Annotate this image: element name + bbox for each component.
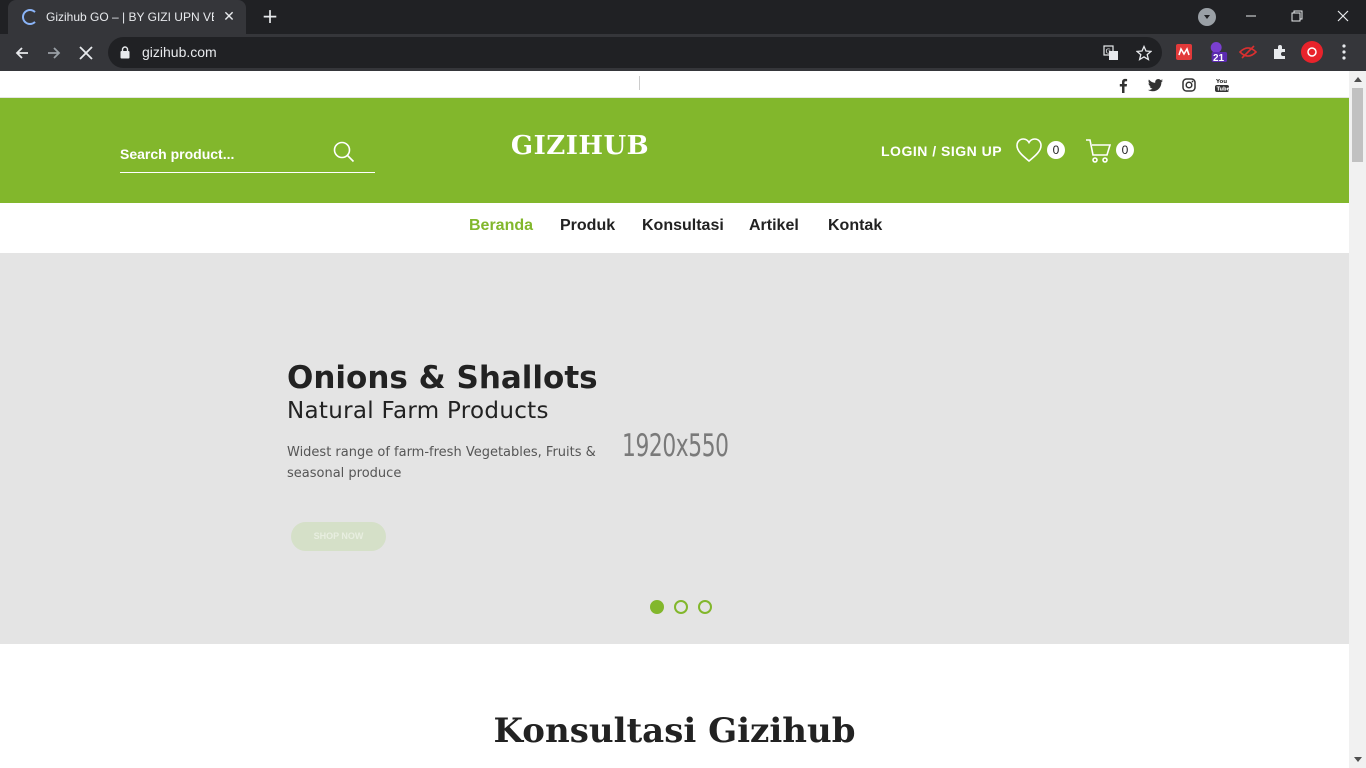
slider-dot-1[interactable] (650, 600, 664, 614)
hero-subtitle: Natural Farm Products (287, 398, 549, 424)
stop-icon (79, 46, 93, 60)
search-input[interactable] (120, 141, 320, 167)
hero-slider: Onions & Shallots Natural Farm Products … (0, 253, 1349, 644)
tab-search-button[interactable] (1198, 8, 1216, 26)
browser-toolbar: gizihub.com G 21 (0, 34, 1366, 71)
close-window-button[interactable] (1320, 0, 1366, 32)
extension-badge: 21 (1213, 53, 1225, 64)
nav-item-kontak[interactable]: Kontak (828, 217, 882, 235)
extensions-menu-button[interactable] (1270, 42, 1290, 62)
section-title: Konsultasi Gizihub (493, 711, 856, 751)
restore-button[interactable] (1274, 0, 1320, 32)
hero-title: Onions & Shallots (287, 360, 598, 396)
arrow-right-icon (48, 47, 61, 59)
nav-item-konsultasi[interactable]: Konsultasi (642, 217, 724, 235)
cart-icon (1086, 139, 1112, 163)
twitter-link[interactable] (1146, 76, 1164, 94)
youtube-link[interactable]: You Tube (1213, 76, 1231, 94)
loading-favicon-icon (22, 9, 38, 25)
wishlist-count-badge: 0 (1047, 141, 1065, 159)
top-bar: You Tube (0, 71, 1349, 98)
browser-tab-bar: Gizihub GO – | BY GIZI UPN VETERAN ✕ + (0, 0, 1366, 34)
close-tab-icon[interactable]: ✕ (220, 9, 238, 25)
shop-now-button[interactable]: SHOP NOW (291, 522, 386, 551)
kebab-menu-icon (1342, 44, 1346, 60)
back-button[interactable] (9, 40, 35, 66)
avatar-icon (1301, 41, 1323, 63)
bookmark-star-button[interactable] (1134, 43, 1154, 63)
scrollbar-thumb[interactable] (1352, 88, 1363, 162)
browser-menu-button[interactable] (1334, 42, 1354, 62)
search-button[interactable] (333, 141, 357, 165)
nav-item-artikel[interactable]: Artikel (749, 217, 799, 235)
nav-item-beranda[interactable]: Beranda (469, 217, 533, 235)
puzzle-icon (1274, 45, 1285, 59)
minimize-icon (1246, 15, 1256, 17)
arrow-left-icon (15, 47, 28, 59)
main-navigation: Beranda Produk Konsultasi Artikel Kontak (0, 203, 1349, 253)
svg-text:Tube: Tube (1217, 87, 1230, 93)
page-scrollbar[interactable] (1349, 71, 1366, 768)
top-bar-divider (639, 76, 640, 90)
red-extension-icon (1176, 44, 1192, 60)
close-icon (1337, 10, 1349, 22)
scroll-down-arrow-icon[interactable] (1354, 757, 1362, 762)
star-icon (1136, 45, 1152, 61)
scroll-up-arrow-icon[interactable] (1354, 77, 1362, 82)
url-text: gizihub.com (142, 44, 217, 60)
chevron-down-icon (1204, 15, 1210, 19)
search-icon (333, 141, 355, 163)
restore-icon (1291, 10, 1303, 22)
address-bar[interactable]: gizihub.com G (108, 37, 1162, 68)
eye-off-icon (1239, 45, 1257, 59)
translate-icon: G (1103, 45, 1118, 60)
svg-text:G: G (1106, 48, 1111, 56)
facebook-icon (1119, 78, 1128, 93)
lock-icon (120, 46, 130, 59)
profile-avatar-button[interactable] (1301, 41, 1323, 63)
instagram-link[interactable] (1180, 76, 1198, 94)
browser-tab[interactable]: Gizihub GO – | BY GIZI UPN VETERAN ✕ (8, 0, 246, 34)
youtube-icon: You Tube (1215, 79, 1230, 93)
web-page: You Tube GIZIHUB LOGIN / SIGN UP 0 0 Bera… (0, 71, 1349, 768)
twitter-icon (1147, 78, 1163, 91)
cart-button[interactable] (1085, 137, 1115, 165)
stop-loading-button[interactable] (73, 40, 99, 66)
heart-icon (1016, 138, 1042, 163)
image-placeholder-label: 1920x550 (622, 428, 729, 464)
tab-title: Gizihub GO – | BY GIZI UPN VETERAN (46, 10, 214, 24)
cart-count-badge: 0 (1116, 141, 1134, 159)
slider-dot-2[interactable] (674, 600, 688, 614)
slider-dot-3[interactable] (698, 600, 712, 614)
svg-text:You: You (1215, 79, 1227, 85)
forward-button[interactable] (41, 40, 67, 66)
login-signup-link[interactable]: LOGIN / SIGN UP (881, 143, 1002, 159)
extension-button-3[interactable] (1238, 42, 1258, 62)
instagram-icon (1182, 78, 1196, 92)
translate-button[interactable]: G (1101, 43, 1121, 63)
facebook-link[interactable] (1114, 76, 1132, 94)
nav-item-produk[interactable]: Produk (560, 217, 615, 235)
wishlist-button[interactable] (1015, 137, 1045, 165)
site-header: GIZIHUB LOGIN / SIGN UP 0 0 (0, 98, 1349, 203)
new-tab-button[interactable]: + (258, 5, 282, 29)
extension-button-2[interactable]: 21 (1208, 42, 1228, 64)
site-logo[interactable]: GIZIHUB (500, 131, 660, 161)
product-search (120, 139, 375, 173)
minimize-button[interactable] (1228, 0, 1274, 32)
hero-description: Widest range of farm-fresh Vegetables, F… (287, 445, 596, 481)
extension-button-1[interactable] (1174, 42, 1194, 62)
